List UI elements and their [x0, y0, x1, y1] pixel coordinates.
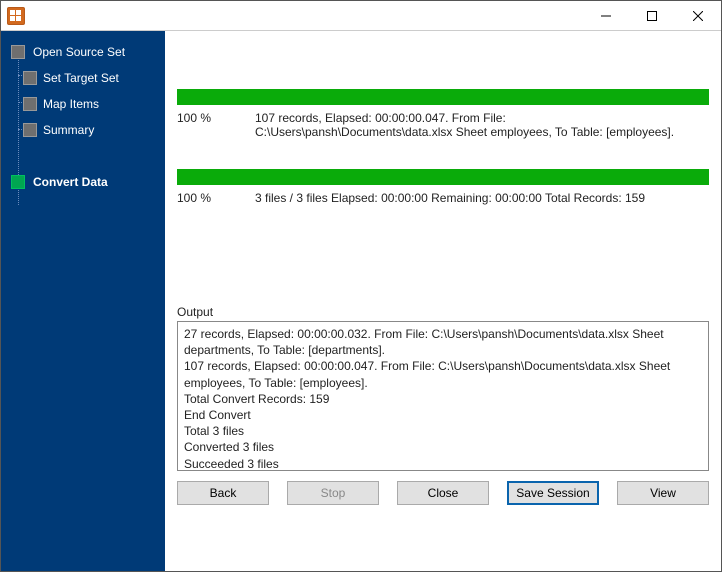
file-progress-detail: 107 records, Elapsed: 00:00:00.047. From… — [255, 111, 709, 139]
log-line: Converted 3 files — [184, 439, 702, 455]
file-progress-line1: 107 records, Elapsed: 00:00:00.047. From… — [255, 111, 709, 125]
output-log[interactable]: 27 records, Elapsed: 00:00:00.032. From … — [177, 321, 709, 471]
step-label: Map Items — [43, 97, 99, 111]
view-button[interactable]: View — [617, 481, 709, 505]
save-session-button[interactable]: Save Session — [507, 481, 599, 505]
minimize-button[interactable] — [583, 1, 629, 31]
maximize-button[interactable] — [629, 1, 675, 31]
step-set-target-set[interactable]: Set Target Set — [1, 65, 165, 91]
step-label: Summary — [43, 123, 94, 137]
overall-progress-section: 100 % 3 files / 3 files Elapsed: 00:00:0… — [177, 169, 709, 205]
step-open-source-set[interactable]: Open Source Set — [1, 39, 165, 65]
step-box-icon — [23, 123, 37, 137]
titlebar — [1, 1, 721, 31]
overall-progress-text: 100 % 3 files / 3 files Elapsed: 00:00:0… — [177, 185, 709, 205]
step-summary[interactable]: Summary — [1, 117, 165, 143]
file-progress-bar — [177, 89, 709, 105]
step-box-icon — [11, 175, 25, 189]
maximize-icon — [647, 11, 657, 21]
step-label: Set Target Set — [43, 71, 119, 85]
overall-progress-percent: 100 % — [177, 191, 255, 205]
window-controls — [583, 1, 721, 31]
log-line: Succeeded 3 files — [184, 456, 702, 472]
overall-progress-bar — [177, 169, 709, 185]
step-label: Convert Data — [33, 175, 108, 189]
close-button[interactable] — [675, 1, 721, 31]
log-line: 27 records, Elapsed: 00:00:00.032. From … — [184, 326, 702, 358]
content-pane: 100 % 107 records, Elapsed: 00:00:00.047… — [165, 31, 721, 571]
log-line: Total 3 files — [184, 423, 702, 439]
spacer — [1, 143, 165, 169]
overall-progress-detail: 3 files / 3 files Elapsed: 00:00:00 Rema… — [255, 191, 709, 205]
step-map-items[interactable]: Map Items — [1, 91, 165, 117]
log-line: 107 records, Elapsed: 00:00:00.047. From… — [184, 358, 702, 390]
file-progress-line2: C:\Users\pansh\Documents\data.xlsx Sheet… — [255, 125, 709, 139]
back-button[interactable]: Back — [177, 481, 269, 505]
step-box-icon — [23, 97, 37, 111]
log-line: End Convert — [184, 407, 702, 423]
stop-button: Stop — [287, 481, 379, 505]
button-row: Back Stop Close Save Session View — [177, 471, 709, 505]
file-progress-section: 100 % 107 records, Elapsed: 00:00:00.047… — [177, 89, 709, 139]
close-icon — [693, 11, 703, 21]
log-line: Total Convert Records: 159 — [184, 391, 702, 407]
close-button-action[interactable]: Close — [397, 481, 489, 505]
file-progress-text: 100 % 107 records, Elapsed: 00:00:00.047… — [177, 105, 709, 139]
step-box-icon — [11, 45, 25, 59]
output-label: Output — [177, 305, 709, 319]
step-label: Open Source Set — [33, 45, 125, 59]
wizard-sidebar: Open Source Set Set Target Set Map Items… — [1, 31, 165, 571]
file-progress-percent: 100 % — [177, 111, 255, 139]
minimize-icon — [601, 11, 611, 21]
step-convert-data[interactable]: Convert Data — [1, 169, 165, 195]
app-icon — [7, 7, 25, 25]
step-box-icon — [23, 71, 37, 85]
main-area: Open Source Set Set Target Set Map Items… — [1, 31, 721, 571]
